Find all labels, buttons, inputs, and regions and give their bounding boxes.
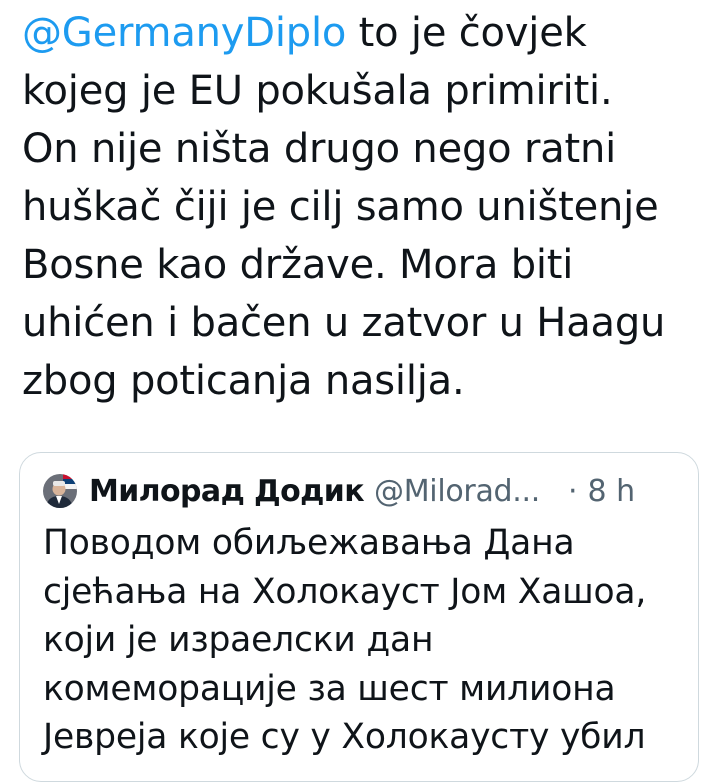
quoted-text-line-3: који је израелски дан (43, 620, 434, 660)
quoted-text-line-2: сјећања на Холокауст Јом Хашоа, (43, 571, 647, 612)
tweet-text-line-2: kojeg je EU pokušala primiriti. (22, 68, 613, 114)
quoted-tweet-text: Поводом обиљежавања Дана сјећања на Холо… (43, 519, 683, 762)
tweet-text-line-5: Bosne kao države. Mora biti (22, 242, 574, 288)
tweet-text-line-3: On nije ništa drugo nego ratni (22, 126, 617, 172)
tweet-text-line-7: zbog poticanja nasilja. (22, 358, 465, 404)
tweet-text-line-4: huškač čiji je cilj samo uništenje (22, 184, 659, 230)
tweet-text-line-6: uhićen i bačen u zatvor u Haagu (22, 300, 666, 346)
tweet-text-segment: to je čovjek (346, 10, 587, 56)
tweet-text-line-1: @GermanyDiplo to je čovjek (22, 4, 702, 62)
quoted-text-line-4: комеморације за шест милиона (43, 668, 616, 709)
quoted-text-line-5: Јевреја које су у Холокаусту убил (43, 717, 646, 757)
quoted-text-line-1: Поводом обиљежавања Дана (43, 523, 575, 563)
quoted-tweet-header: Милорад Додик @Milorad... · 8 h (43, 471, 635, 511)
author-name[interactable]: Милорад Додик (89, 474, 365, 509)
author-handle[interactable]: @Milorad... (374, 474, 540, 509)
tweet-text: @GermanyDiplo to je čovjek kojeg je EU p… (22, 4, 702, 410)
quoted-tweet-card[interactable]: Милорад Додик @Milorad... · 8 h Поводом … (19, 452, 699, 782)
timestamp[interactable]: 8 h (588, 474, 636, 509)
avatar-icon (43, 474, 77, 508)
mention-link[interactable]: @GermanyDiplo (22, 10, 346, 56)
separator-dot: · (567, 473, 578, 509)
avatar[interactable] (43, 474, 77, 508)
